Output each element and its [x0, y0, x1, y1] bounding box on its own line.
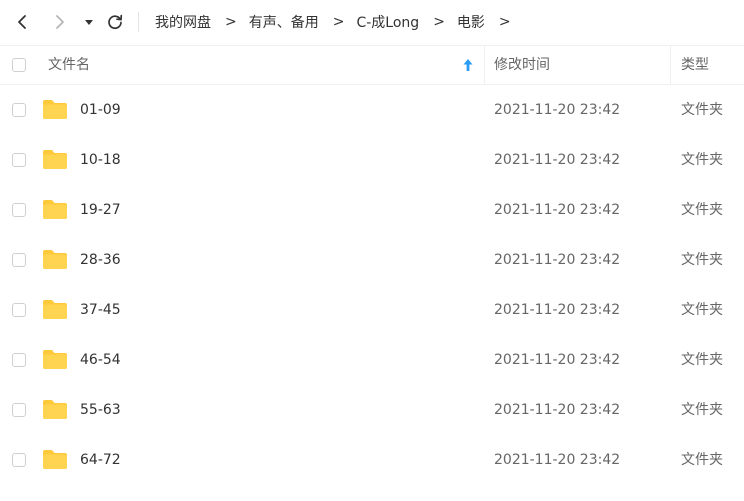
breadcrumb-separator: > — [433, 14, 445, 30]
breadcrumb-separator: > — [332, 14, 345, 30]
folder-icon — [43, 100, 67, 119]
back-button[interactable] — [12, 10, 32, 34]
arrow-up-icon[interactable] — [462, 58, 474, 72]
file-modified-time: 2021-11-20 23:42 — [494, 452, 621, 468]
file-type: 文件夹 — [681, 352, 723, 368]
column-header: 文件名 修改时间 类型 — [0, 45, 744, 85]
row-checkbox[interactable] — [12, 103, 26, 117]
file-name: 64-72 — [80, 452, 121, 468]
row-checkbox[interactable] — [12, 403, 26, 417]
refresh-icon — [108, 14, 123, 29]
chevron-left-icon — [18, 15, 26, 29]
folder-icon — [43, 300, 67, 319]
file-row[interactable]: 55-63 2021-11-20 23:42 文件夹 — [0, 385, 744, 435]
file-modified-time: 2021-11-20 23:42 — [494, 402, 621, 418]
row-checkbox[interactable] — [12, 203, 26, 217]
column-divider[interactable] — [484, 46, 485, 84]
navigation-bar: 我的网盘 > 有声、备用 > C-成Long > 电影 > — [0, 0, 744, 44]
file-row[interactable]: 37-45 2021-11-20 23:42 文件夹 — [0, 285, 744, 335]
file-row[interactable]: 46-54 2021-11-20 23:42 文件夹 — [0, 335, 744, 385]
caret-down-icon — [85, 20, 93, 25]
file-name: 37-45 — [80, 302, 121, 318]
file-name: 28-36 — [80, 252, 121, 268]
file-name: 01-09 — [80, 102, 121, 118]
file-type: 文件夹 — [681, 252, 723, 268]
file-modified-time: 2021-11-20 23:42 — [494, 252, 621, 268]
file-type: 文件夹 — [681, 402, 723, 418]
file-modified-time: 2021-11-20 23:42 — [494, 352, 621, 368]
file-name: 46-54 — [80, 352, 121, 368]
folder-icon — [43, 450, 67, 469]
row-checkbox[interactable] — [12, 353, 26, 367]
file-type: 文件夹 — [681, 452, 723, 468]
file-name: 55-63 — [80, 402, 121, 418]
file-type: 文件夹 — [681, 152, 723, 168]
breadcrumb-item-root[interactable]: 我的网盘 — [155, 12, 211, 32]
column-divider[interactable] — [670, 46, 671, 84]
file-row[interactable]: 19-27 2021-11-20 23:42 文件夹 — [0, 185, 744, 235]
column-header-name[interactable]: 文件名 — [48, 46, 90, 84]
breadcrumb-item-folder[interactable]: C-成Long — [356, 12, 419, 32]
forward-button[interactable] — [50, 10, 70, 34]
breadcrumb-separator: > — [225, 14, 237, 30]
row-checkbox[interactable] — [12, 453, 26, 467]
chevron-right-icon — [56, 15, 64, 29]
file-type: 文件夹 — [681, 302, 723, 318]
column-header-modified[interactable]: 修改时间 — [494, 46, 550, 84]
history-dropdown-button[interactable] — [82, 10, 96, 34]
folder-icon — [43, 200, 67, 219]
breadcrumb-item-audio-backup[interactable]: 有声、备用 — [249, 12, 319, 32]
column-header-type[interactable]: 类型 — [681, 46, 709, 84]
file-modified-time: 2021-11-20 23:42 — [494, 152, 621, 168]
row-checkbox[interactable] — [12, 303, 26, 317]
breadcrumb: 我的网盘 > 有声、备用 > C-成Long > 电影 > — [155, 0, 523, 44]
file-name: 19-27 — [80, 202, 121, 218]
breadcrumb-item-current[interactable]: 电影 — [457, 12, 485, 32]
file-row[interactable]: 10-18 2021-11-20 23:42 文件夹 — [0, 135, 744, 185]
select-all-checkbox[interactable] — [12, 58, 26, 72]
row-checkbox[interactable] — [12, 253, 26, 267]
file-modified-time: 2021-11-20 23:42 — [494, 202, 621, 218]
nav-divider — [138, 12, 139, 32]
file-modified-time: 2021-11-20 23:42 — [494, 102, 621, 118]
file-row[interactable]: 64-72 2021-11-20 23:42 文件夹 — [0, 435, 744, 485]
row-checkbox[interactable] — [12, 153, 26, 167]
file-row[interactable]: 28-36 2021-11-20 23:42 文件夹 — [0, 235, 744, 285]
file-type: 文件夹 — [681, 102, 723, 118]
file-list: 01-09 2021-11-20 23:42 文件夹 10-18 2021-11… — [0, 85, 744, 485]
refresh-button[interactable] — [104, 10, 126, 34]
folder-icon — [43, 150, 67, 169]
folder-icon — [43, 350, 67, 369]
folder-icon — [43, 250, 67, 269]
folder-icon — [43, 400, 67, 419]
breadcrumb-separator[interactable]: > — [499, 14, 511, 30]
file-name: 10-18 — [80, 152, 121, 168]
file-modified-time: 2021-11-20 23:42 — [494, 302, 621, 318]
file-row[interactable]: 01-09 2021-11-20 23:42 文件夹 — [0, 85, 744, 135]
file-browser: 我的网盘 > 有声、备用 > C-成Long > 电影 > 文件名 修改时间 类… — [0, 0, 744, 501]
file-type: 文件夹 — [681, 202, 723, 218]
